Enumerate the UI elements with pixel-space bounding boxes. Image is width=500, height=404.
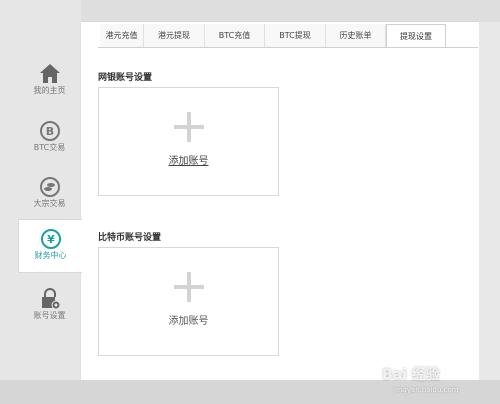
svg-text:B: B	[46, 125, 54, 138]
tab-btc-withdraw[interactable]: BTC提现	[265, 24, 326, 48]
plus-icon	[174, 272, 204, 302]
sidebar-item-btc-trade[interactable]: B BTC交易	[18, 112, 81, 168]
watermark-subtext: jingyan.baidu.com	[394, 386, 459, 394]
tab-label: 港元充值	[105, 31, 138, 40]
svg-text:¥: ¥	[47, 233, 55, 246]
sidebar-item-label: BTC交易	[33, 143, 66, 152]
sidebar-item-finance[interactable]: ¥ 财务中心	[18, 219, 82, 273]
tab-label: 港元提现	[158, 31, 190, 40]
tab-label: BTC充值	[218, 31, 251, 40]
tab-hkd-withdraw[interactable]: 港元提现	[144, 24, 205, 48]
sidebar-item-label: 大宗交易	[33, 199, 66, 208]
tab-withdraw-settings[interactable]: 提现设置	[386, 24, 446, 48]
add-bitcoin-account-card[interactable]: 添加账号	[98, 247, 279, 356]
add-bitcoin-account-link[interactable]: 添加账号	[99, 312, 278, 327]
tab-hkd-deposit[interactable]: 港元充值	[100, 24, 144, 48]
tab-underline	[98, 47, 478, 48]
bitcoin-section-title: 比特币账号设置	[98, 233, 162, 243]
sidebar-item-block-trade[interactable]: 大宗交易	[18, 168, 81, 224]
yen-icon: ¥	[41, 229, 61, 249]
add-bank-account-card[interactable]: 添加账号	[98, 87, 279, 196]
bank-section-title: 网银账号设置	[98, 73, 153, 83]
sidebar-item-label: 财务中心	[34, 251, 67, 260]
watermark: Bai 经验 jingyan.baidu.com	[372, 362, 500, 402]
tab-label: 历史账单	[339, 31, 372, 40]
tab-label: 提现设置	[400, 32, 432, 41]
bitcoin-icon: B	[40, 121, 60, 141]
watermark-text: Bai 经验	[382, 367, 440, 383]
lock-settings-icon	[42, 288, 61, 310]
add-bank-account-link[interactable]: 添加账号	[99, 152, 278, 167]
tab-label: BTC提现	[279, 31, 311, 40]
sidebar-item-label: 账号设置	[33, 311, 66, 320]
sidebar-item-account-settings[interactable]: 账号设置	[18, 280, 81, 336]
plus-icon	[174, 112, 204, 142]
tab-history[interactable]: 历史账单	[326, 24, 386, 48]
sidebar-item-home[interactable]: 我的主页	[18, 55, 81, 111]
right-gutter	[479, 22, 500, 402]
sidebar-item-label: 我的主页	[33, 86, 66, 95]
coins-icon	[40, 177, 60, 197]
tab-btc-deposit[interactable]: BTC充值	[205, 24, 265, 48]
home-icon	[40, 64, 60, 83]
